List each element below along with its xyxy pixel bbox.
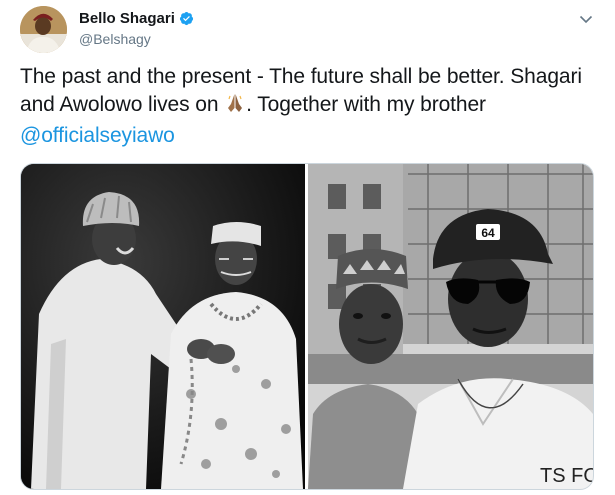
avatar[interactable] xyxy=(20,6,67,53)
author-display-name[interactable]: Bello Shagari xyxy=(79,10,175,27)
tweet-text: The past and the present - The future sh… xyxy=(20,63,600,150)
verified-badge-icon xyxy=(179,11,194,26)
shirt-text: TS FO xyxy=(540,465,593,487)
tweet-media[interactable]: 64 TS FO xyxy=(20,163,594,490)
photo-selfie-two-men[interactable]: 64 TS FO xyxy=(308,164,593,489)
mention-link[interactable]: @officialseyiawo xyxy=(20,124,175,147)
author-handle[interactable]: @Belshagy xyxy=(79,31,151,47)
tweet-text-part-2: . Together with my brother xyxy=(246,93,486,116)
photo-archival-image xyxy=(21,164,305,489)
photo-archival-handshake[interactable] xyxy=(21,164,305,489)
author-name-row[interactable]: Bello Shagari xyxy=(79,10,194,27)
chevron-down-icon[interactable] xyxy=(577,10,595,28)
cap-text: 64 xyxy=(481,226,495,240)
photo-selfie-image: 64 TS FO xyxy=(308,164,593,489)
avatar-image xyxy=(20,6,67,53)
folded-hands-emoji-icon xyxy=(224,92,246,122)
